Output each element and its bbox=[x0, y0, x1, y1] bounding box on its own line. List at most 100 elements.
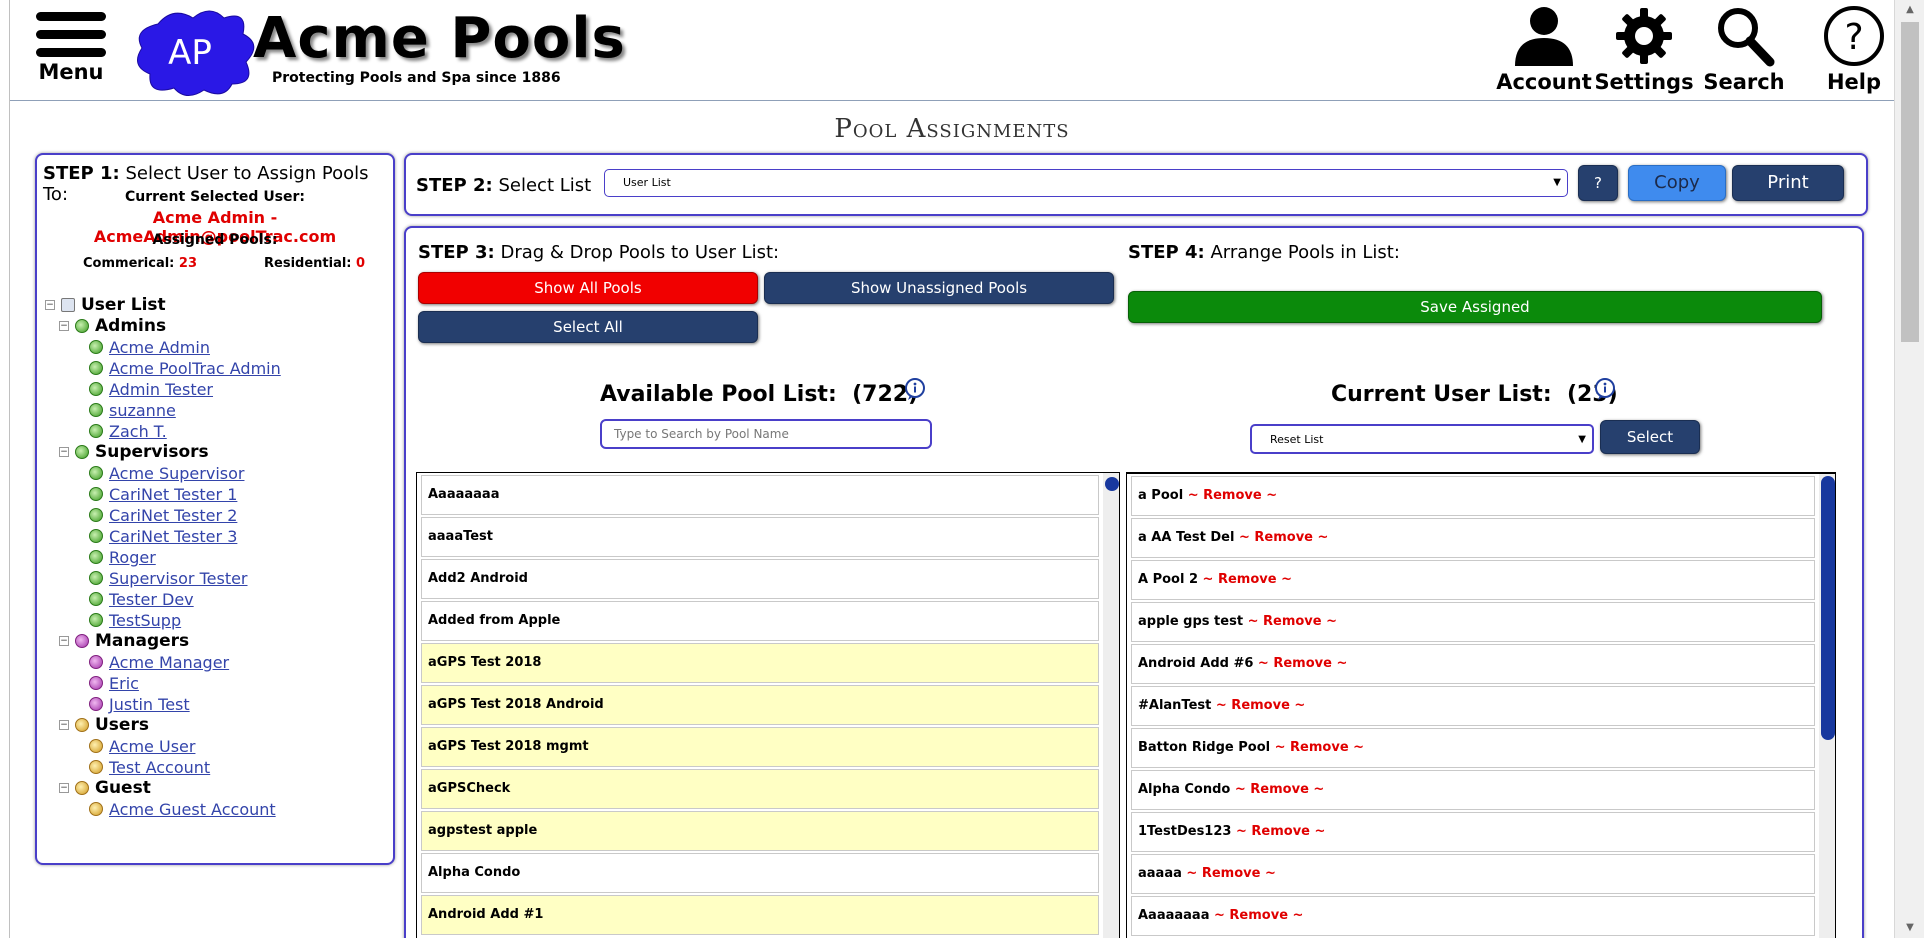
assigned-pool-item[interactable]: #AlanTest ~ Remove ~ bbox=[1131, 686, 1815, 726]
remove-link[interactable]: ~ Remove ~ bbox=[1188, 488, 1277, 503]
list-select[interactable]: User List ▼ bbox=[604, 169, 1568, 197]
user-link[interactable]: Acme Supervisor bbox=[109, 463, 244, 484]
scroll-up-icon[interactable]: ▲ bbox=[1895, 0, 1924, 20]
available-pool-title: Available Pool List: (722) bbox=[600, 382, 919, 407]
user-link[interactable]: Acme PoolTrac Admin bbox=[109, 358, 281, 379]
user-link[interactable]: Roger bbox=[109, 547, 156, 568]
info-icon[interactable] bbox=[904, 378, 926, 400]
group-icon bbox=[75, 781, 89, 795]
user-icon bbox=[89, 424, 103, 438]
current-scroll-thumb[interactable] bbox=[1821, 476, 1835, 740]
assigned-pool-item[interactable]: a Pool ~ Remove ~ bbox=[1131, 476, 1815, 516]
available-pool-list[interactable]: Aaaaaaaa aaaaTest Add2 Android Added from A… bbox=[416, 472, 1120, 938]
available-scrollbar[interactable] bbox=[1103, 473, 1119, 938]
available-pool-item[interactable]: Added from Apple bbox=[421, 601, 1099, 641]
assigned-pool-item[interactable]: A Pool 2 ~ Remove ~ bbox=[1131, 560, 1815, 600]
available-pool-item[interactable]: Aaaaaaaa bbox=[421, 475, 1099, 515]
user-icon bbox=[89, 529, 103, 543]
user-link[interactable]: Tester Dev bbox=[109, 589, 194, 610]
search-button[interactable]: Search bbox=[1689, 4, 1799, 94]
available-pool-item[interactable]: Alpha Condo bbox=[421, 853, 1099, 893]
select-button[interactable]: Select bbox=[1600, 420, 1700, 454]
collapse-toggle-icon[interactable]: − bbox=[59, 783, 69, 793]
remove-link[interactable]: ~ Remove ~ bbox=[1248, 614, 1337, 629]
settings-button[interactable]: Settings bbox=[1589, 4, 1699, 94]
user-link[interactable]: TestSupp bbox=[109, 610, 181, 631]
current-user-pool-list[interactable]: a Pool ~ Remove ~ a AA Test Del ~ Remove … bbox=[1126, 472, 1836, 938]
user-link[interactable]: suzanne bbox=[109, 400, 176, 421]
remove-link[interactable]: ~ Remove ~ bbox=[1203, 572, 1292, 587]
remove-link[interactable]: ~ Remove ~ bbox=[1214, 908, 1303, 923]
group-label: Users bbox=[95, 715, 149, 735]
available-pool-item[interactable]: aGPSCheck bbox=[421, 769, 1099, 809]
available-pool-item[interactable]: aGPS Test 2018 mgmt bbox=[421, 727, 1099, 767]
user-link[interactable]: Acme User bbox=[109, 736, 195, 757]
show-all-pools-button[interactable]: Show All Pools bbox=[418, 272, 758, 304]
remove-link[interactable]: ~ Remove ~ bbox=[1275, 740, 1364, 755]
user-link[interactable]: Test Account bbox=[109, 757, 210, 778]
assigned-pool-item[interactable]: a AA Test Del ~ Remove ~ bbox=[1131, 518, 1815, 558]
step1-panel: STEP 1: Select User to Assign Pools To: … bbox=[35, 153, 395, 865]
scroll-thumb[interactable] bbox=[1901, 22, 1919, 342]
user-link[interactable]: Eric bbox=[109, 673, 139, 694]
group-label: Admins bbox=[95, 316, 167, 336]
remove-link[interactable]: ~ Remove ~ bbox=[1236, 824, 1325, 839]
copy-button[interactable]: Copy bbox=[1628, 165, 1726, 201]
user-icon bbox=[89, 760, 103, 774]
available-pool-item[interactable]: aGPS Test 2018 bbox=[421, 643, 1099, 683]
assigned-pool-item[interactable]: Batton Ridge Pool ~ Remove ~ bbox=[1131, 728, 1815, 768]
user-link[interactable]: Justin Test bbox=[109, 694, 190, 715]
available-pool-item[interactable]: agpstest apple bbox=[421, 811, 1099, 851]
search-icon bbox=[1718, 8, 1775, 67]
remove-link[interactable]: ~ Remove ~ bbox=[1235, 782, 1324, 797]
scroll-down-icon[interactable]: ▼ bbox=[1895, 918, 1924, 938]
assigned-pool-name: aaaaa bbox=[1138, 866, 1182, 881]
assigned-pool-item[interactable]: Aaaaaaaa ~ Remove ~ bbox=[1131, 896, 1815, 936]
remove-link[interactable]: ~ Remove ~ bbox=[1216, 698, 1305, 713]
print-button[interactable]: Print bbox=[1732, 165, 1844, 201]
help-button[interactable]: ? Help bbox=[1799, 4, 1909, 94]
available-pool-item[interactable]: aGPS Test 2018 Android bbox=[421, 685, 1099, 725]
assigned-pool-item[interactable]: Alpha Condo ~ Remove ~ bbox=[1131, 770, 1815, 810]
help-icon: ? bbox=[1824, 6, 1884, 66]
user-link[interactable]: CariNet Tester 3 bbox=[109, 526, 237, 547]
collapse-toggle-icon[interactable]: − bbox=[59, 636, 69, 646]
available-pool-item[interactable]: Add2 Android bbox=[421, 559, 1099, 599]
available-pool-item[interactable]: Android Add #1 bbox=[421, 895, 1099, 935]
available-pool-item[interactable]: aaaaTest bbox=[421, 517, 1099, 557]
user-link[interactable]: Supervisor Tester bbox=[109, 568, 248, 589]
assigned-pool-name: #AlanTest bbox=[1138, 698, 1212, 713]
available-scroll-thumb[interactable] bbox=[1105, 477, 1119, 491]
user-link[interactable]: Acme Admin bbox=[109, 337, 210, 358]
save-assigned-button[interactable]: Save Assigned bbox=[1128, 291, 1822, 323]
commercial-count: Commerical: 23 bbox=[83, 256, 198, 271]
user-link[interactable]: CariNet Tester 1 bbox=[109, 484, 237, 505]
logo-icon[interactable]: AP bbox=[128, 4, 268, 100]
current-scrollbar[interactable] bbox=[1819, 474, 1835, 938]
user-link[interactable]: Acme Guest Account bbox=[109, 799, 276, 820]
remove-link[interactable]: ~ Remove ~ bbox=[1258, 656, 1347, 671]
assigned-pool-item[interactable]: aaaaa ~ Remove ~ bbox=[1131, 854, 1815, 894]
pool-search-input[interactable]: Type to Search by Pool Name bbox=[600, 419, 932, 449]
account-button[interactable]: Account bbox=[1489, 4, 1599, 94]
collapse-toggle-icon[interactable]: − bbox=[59, 321, 69, 331]
remove-link[interactable]: ~ Remove ~ bbox=[1239, 530, 1328, 545]
assigned-pool-item[interactable]: apple gps test ~ Remove ~ bbox=[1131, 602, 1815, 642]
assigned-pools-label: Assigned Pools: bbox=[152, 232, 278, 248]
select-all-button[interactable]: Select All bbox=[418, 311, 758, 343]
user-link[interactable]: Zach T. bbox=[109, 421, 167, 442]
collapse-toggle-icon[interactable]: − bbox=[59, 447, 69, 457]
user-link[interactable]: Acme Manager bbox=[109, 652, 229, 673]
collapse-toggle-icon[interactable]: − bbox=[59, 720, 69, 730]
user-link[interactable]: CariNet Tester 2 bbox=[109, 505, 237, 526]
reset-list-select[interactable]: Reset List ▼ bbox=[1250, 424, 1594, 454]
remove-link[interactable]: ~ Remove ~ bbox=[1186, 866, 1275, 881]
info-icon[interactable] bbox=[1594, 378, 1616, 400]
help-question-button[interactable]: ? bbox=[1578, 165, 1618, 201]
show-unassigned-pools-button[interactable]: Show Unassigned Pools bbox=[764, 272, 1114, 304]
assigned-pool-item[interactable]: 1TestDes123 ~ Remove ~ bbox=[1131, 812, 1815, 852]
collapse-toggle-icon[interactable]: − bbox=[45, 300, 55, 310]
user-link[interactable]: Admin Tester bbox=[109, 379, 213, 400]
assigned-pool-item[interactable]: Android Add #6 ~ Remove ~ bbox=[1131, 644, 1815, 684]
menu-button[interactable]: Menu bbox=[26, 12, 116, 84]
